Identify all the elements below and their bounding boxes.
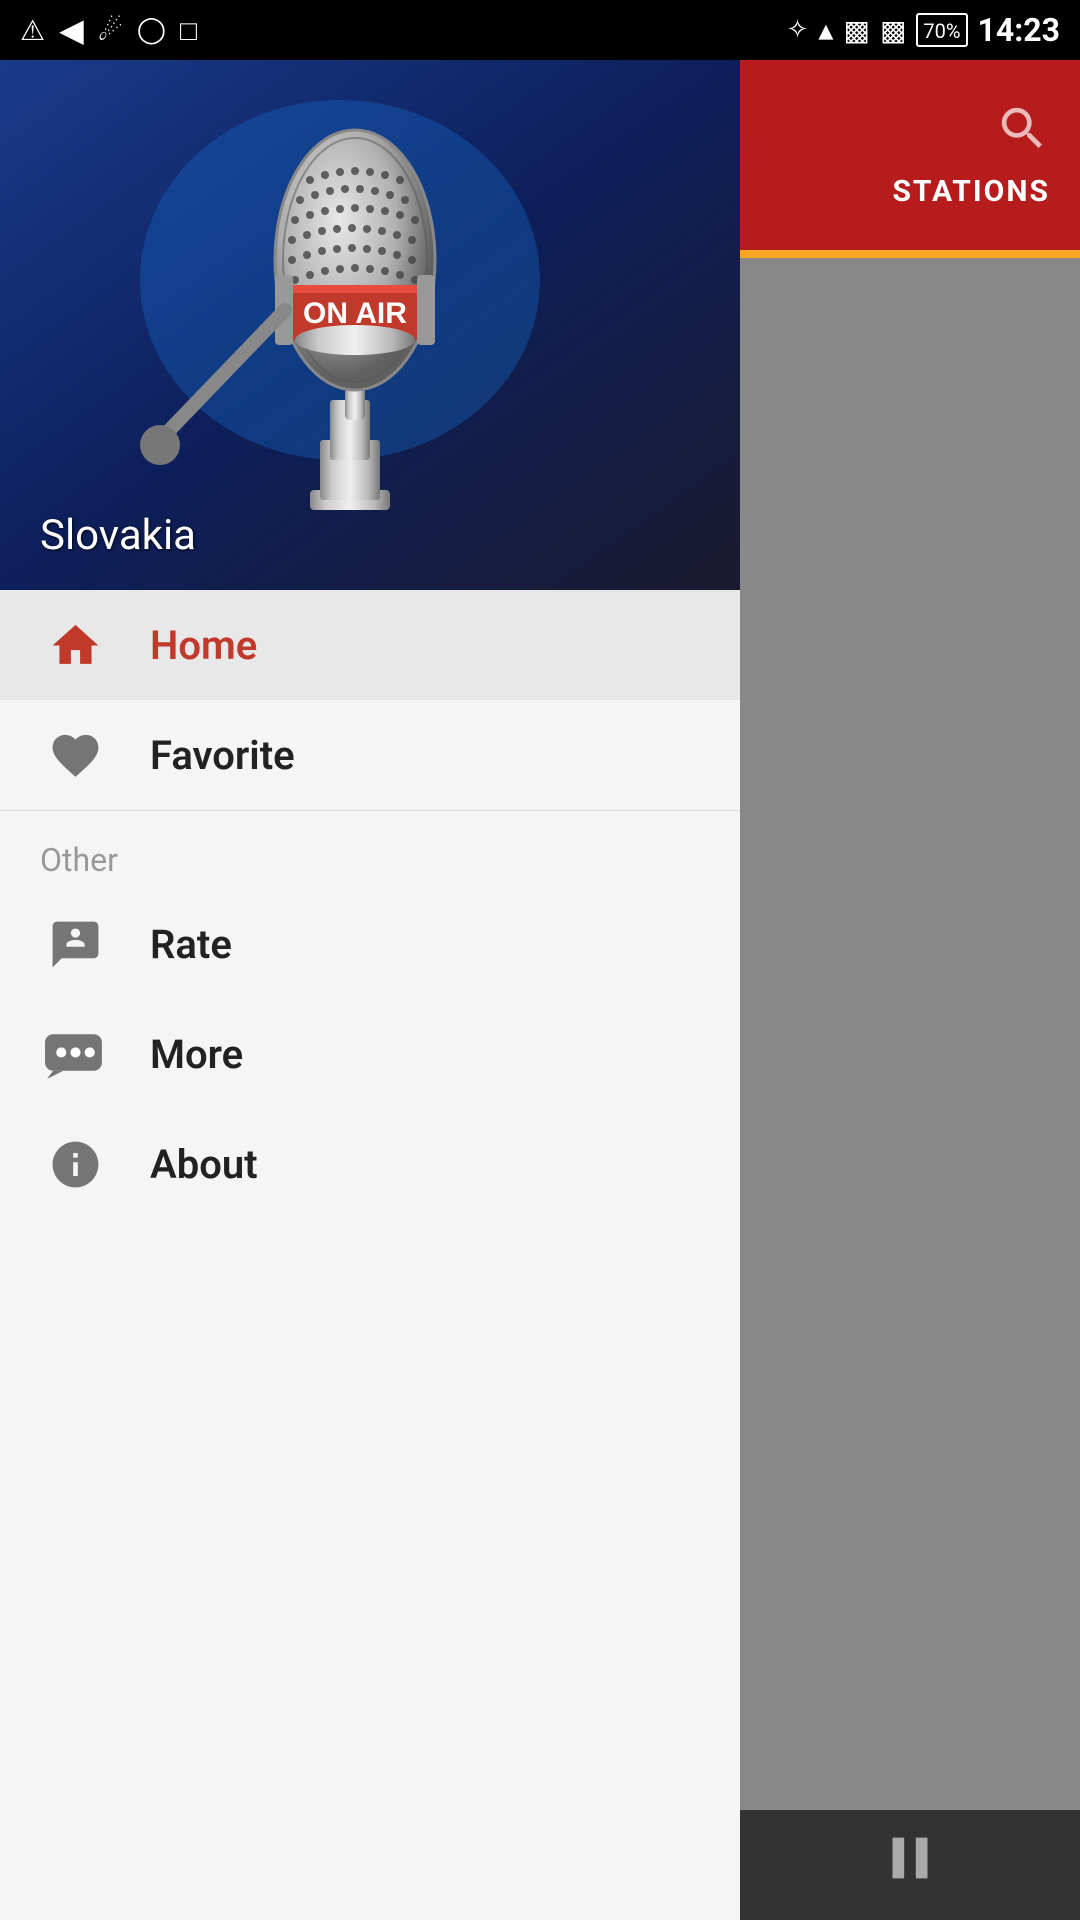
status-bar-right: ✧ ▴ ▩ ▩ 70% 14:23 — [787, 11, 1060, 49]
status-bar-left: ⚠ ◀ ☄ ◯ □ — [20, 11, 197, 49]
menu-item-more[interactable]: More — [0, 999, 740, 1109]
battery-text: 70% — [923, 19, 960, 43]
signal-icon: ▩ — [843, 14, 869, 47]
menu-item-home[interactable]: Home — [0, 590, 740, 700]
hero-image: ON AIR Slovakia — [0, 60, 740, 590]
menu-item-about[interactable]: About — [0, 1109, 740, 1219]
info-icon-wrapper — [40, 1129, 110, 1199]
right-panel-yellow-bar — [740, 250, 1080, 258]
instagram-icon: □ — [180, 14, 197, 47]
menu-section-other-header: Other — [0, 811, 740, 889]
menu-item-favorite-label: Favorite — [150, 732, 295, 779]
status-bar: ⚠ ◀ ☄ ◯ □ ✧ ▴ ▩ ▩ 70% 14:23 — [0, 0, 1080, 60]
menu-list: Home Favorite Other — [0, 590, 740, 1920]
circle-icon: ◯ — [137, 15, 166, 45]
wifi-icon: ▴ — [818, 13, 833, 48]
status-time: 14:23 — [978, 11, 1060, 49]
search-button[interactable] — [995, 101, 1050, 169]
battery-icon: 70% — [916, 13, 967, 47]
pause-button[interactable] — [875, 1823, 945, 1908]
rate-icon-wrapper — [40, 909, 110, 979]
right-panel-header: STATIONS — [740, 60, 1080, 250]
more-icon-wrapper — [40, 1019, 110, 1089]
menu-item-more-label: More — [150, 1031, 243, 1078]
menu-item-rate-label: Rate — [150, 921, 232, 968]
gallery-icon: ☄ — [98, 14, 123, 47]
heart-icon-wrapper — [40, 720, 110, 790]
playback-bar — [740, 1810, 1080, 1920]
menu-item-favorite[interactable]: Favorite — [0, 700, 740, 810]
main-layout: ON AIR Slovakia — [0, 60, 1080, 1920]
left-panel: ON AIR Slovakia — [0, 60, 740, 1920]
menu-item-home-label: Home — [150, 622, 257, 669]
back-icon: ◀ — [59, 11, 84, 49]
hero-country-label: Slovakia — [40, 511, 196, 560]
menu-item-about-label: About — [150, 1141, 258, 1188]
right-panel: STATIONS — [740, 60, 1080, 1920]
right-panel-content — [740, 258, 1080, 1920]
right-panel-title-area: STATIONS — [892, 101, 1050, 209]
menu-item-rate[interactable]: Rate — [0, 889, 740, 999]
notification-icon: ⚠ — [20, 14, 45, 47]
right-panel-title-label: STATIONS — [892, 174, 1050, 209]
home-icon-wrapper — [40, 610, 110, 680]
cast-icon: ✧ — [787, 15, 809, 45]
signal2-icon: ▩ — [880, 14, 906, 47]
